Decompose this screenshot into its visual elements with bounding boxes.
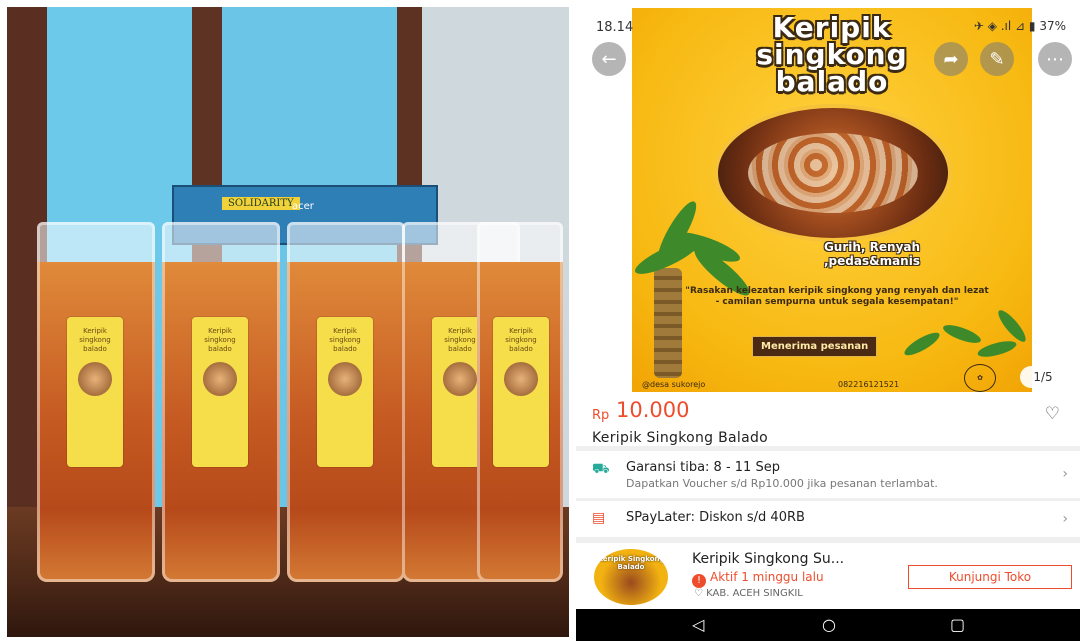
bush-leaf <box>976 338 1018 360</box>
nav-home-icon[interactable]: ○ <box>822 615 836 634</box>
shipping-subtitle: Dapatkan Voucher s/d Rp10.000 jika pesan… <box>626 477 938 490</box>
banner-title-line: singkong <box>756 38 908 71</box>
bag-label-image <box>443 362 477 396</box>
shop-status-text: Aktif 1 minggu lalu <box>710 570 824 584</box>
more-button[interactable]: ⋯ <box>1038 42 1072 76</box>
shop-name[interactable]: Keripik Singkong Su... <box>692 551 844 567</box>
share-button[interactable]: ➦ <box>934 42 968 76</box>
status-bar: 18.14 ✈ ◈ .ıl ⊿ ▮ 37% <box>576 0 1080 40</box>
price-row: Rp 10.000 ♡ <box>592 398 1064 426</box>
shop-status: ! Aktif 1 minggu lalu <box>692 570 824 588</box>
bag-label: Keripik singkong balado <box>317 317 373 467</box>
banner-title-line: balado <box>775 65 889 98</box>
status-icons: ✈ ◈ .ıl ⊿ ▮ 37% <box>973 19 1066 33</box>
paylater-text: SPayLater: Diskon s/d 40RB <box>626 510 805 525</box>
phone-screen: Keripik singkong balado Gurih, Renyah ,p… <box>576 0 1080 641</box>
alert-icon: ! <box>692 574 706 588</box>
tree-trunk <box>654 268 682 378</box>
banner-quote: "Rasakan kelezatan keripik singkong yang… <box>685 286 989 307</box>
section-divider <box>576 537 1080 543</box>
banner-tagline: Gurih, Renyah ,pedas&manis <box>823 240 921 268</box>
nav-back-icon[interactable]: ◁ <box>692 615 704 634</box>
bush-leaf <box>941 321 983 347</box>
banner-whatsapp: 082216121521 <box>838 380 900 389</box>
paylater-row[interactable]: ▤ SPayLater: Diskon s/d 40RB › <box>576 503 1080 535</box>
shipping-title: Garansi tiba: 8 - 11 Sep <box>626 460 780 475</box>
shop-location-text: KAB. ACEH SINGKIL <box>706 588 803 599</box>
wallet-icon: ▤ <box>592 510 606 526</box>
location-pin-icon: ♡ <box>694 588 703 599</box>
shop-avatar[interactable]: Keripik Singkong Balado <box>594 549 668 605</box>
bag-label-text: Keripik singkong balado <box>505 327 537 353</box>
more-icon: ⋯ <box>1046 48 1064 70</box>
chip-bag: Keripik singkong balado <box>477 222 563 582</box>
bush-leaf <box>994 306 1030 346</box>
chip-bag: Keripik singkong balado <box>37 222 155 582</box>
shop-location: ♡ KAB. ACEH SINGKIL <box>694 588 803 599</box>
edit-button[interactable]: ✎ <box>980 42 1014 76</box>
bag-label-text: Keripik singkong balado <box>79 327 111 353</box>
nav-recents-icon[interactable]: ▢ <box>950 615 965 634</box>
edit-icon: ✎ <box>989 48 1005 70</box>
bag-label-image <box>203 362 237 396</box>
product-image-banner[interactable]: Keripik singkong balado Gurih, Renyah ,p… <box>631 8 1032 392</box>
chip-bag: Keripik singkong balado <box>287 222 405 582</box>
shipping-guarantee-row[interactable]: ⛟ Garansi tiba: 8 - 11 Sep Dapatkan Vouc… <box>576 452 1080 498</box>
banner-logo: ✿ <box>964 364 996 392</box>
cassava-leaves-illustration <box>892 306 1032 378</box>
bag-label-text: Keripik singkong balado <box>204 327 236 353</box>
banner-instagram: @desa sukorejo <box>642 380 706 389</box>
price-value: 10.000 <box>616 398 690 422</box>
bag-label: Keripik singkong balado <box>493 317 549 467</box>
bag-label: Keripik singkong balado <box>192 317 248 467</box>
bush-leaf <box>901 328 943 360</box>
bag-label-image <box>504 362 538 396</box>
shop-avatar-text: Keripik Singkong Balado <box>597 555 665 571</box>
bag-label-image <box>328 362 362 396</box>
android-navigation-bar: ◁ ○ ▢ <box>576 609 1080 641</box>
visit-shop-button[interactable]: Kunjungi Toko <box>908 565 1072 589</box>
truck-icon: ⛟ <box>592 461 610 477</box>
product-name: Keripik Singkong Balado <box>592 430 769 446</box>
photo-box-label: SOLIDARITY <box>222 197 300 210</box>
section-divider <box>576 498 1080 501</box>
product-photo: SOLIDARITY acer Keripik singkong balado … <box>7 7 569 637</box>
photo-box-brand: acer <box>292 201 314 212</box>
status-time: 18.14 <box>596 20 634 35</box>
image-counter: 1/5 <box>1020 366 1066 388</box>
bag-label-image <box>78 362 112 396</box>
banner-cta-label: Menerima pesanan <box>752 336 878 357</box>
heart-icon[interactable]: ♡ <box>1045 404 1060 424</box>
shop-card: Keripik Singkong Balado Keripik Singkong… <box>576 545 1080 609</box>
chevron-right-icon: › <box>1062 466 1068 482</box>
bag-label-text: Keripik singkong balado <box>329 327 361 353</box>
price-currency: Rp <box>592 408 610 423</box>
back-arrow-icon: ← <box>601 48 617 70</box>
bag-label: Keripik singkong balado <box>67 317 123 467</box>
chevron-right-icon: › <box>1062 511 1068 527</box>
banner-chips-image <box>718 108 948 238</box>
chip-bag: Keripik singkong balado <box>162 222 280 582</box>
back-button[interactable]: ← <box>592 42 626 76</box>
share-icon: ➦ <box>943 48 959 70</box>
section-divider <box>576 446 1080 451</box>
